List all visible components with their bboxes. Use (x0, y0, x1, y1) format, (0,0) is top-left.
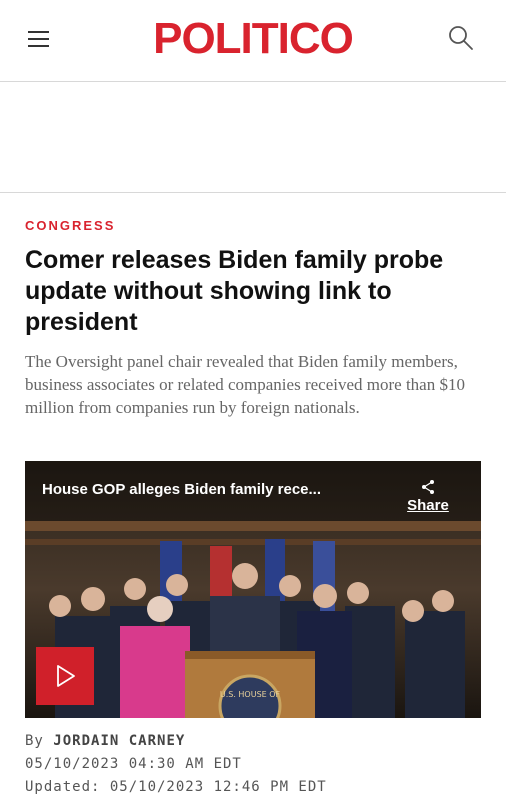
byline-prefix: By (25, 733, 44, 749)
publish-timestamp: 05/10/2023 04:30 AM EDT (25, 756, 242, 772)
search-icon[interactable] (447, 24, 475, 52)
share-button[interactable]: Share (403, 479, 453, 514)
updated-timestamp: Updated: 05/10/2023 12:46 PM EDT (25, 779, 327, 795)
play-icon (57, 665, 75, 687)
share-label: Share (407, 497, 449, 514)
podium-seal-text: U.S. HOUSE OF (220, 690, 281, 699)
ad-placeholder (0, 82, 506, 193)
site-logo[interactable]: POLITICO (0, 14, 506, 64)
site-header: POLITICO (0, 0, 506, 82)
article-dek: The Oversight panel chair revealed that … (25, 352, 465, 417)
article-headline: Comer releases Biden family probe update… (25, 246, 444, 336)
byline: By JORDAIN CARNEY (25, 733, 185, 749)
video-player[interactable]: U.S. HOUSE OF House GOP alleges Biden fa… (25, 461, 481, 718)
video-title: House GOP alleges Biden family rece... (42, 481, 322, 498)
share-icon (422, 480, 434, 494)
play-button[interactable] (36, 647, 94, 705)
section-label[interactable]: CONGRESS (25, 218, 115, 233)
author-link[interactable]: JORDAIN CARNEY (53, 733, 185, 749)
